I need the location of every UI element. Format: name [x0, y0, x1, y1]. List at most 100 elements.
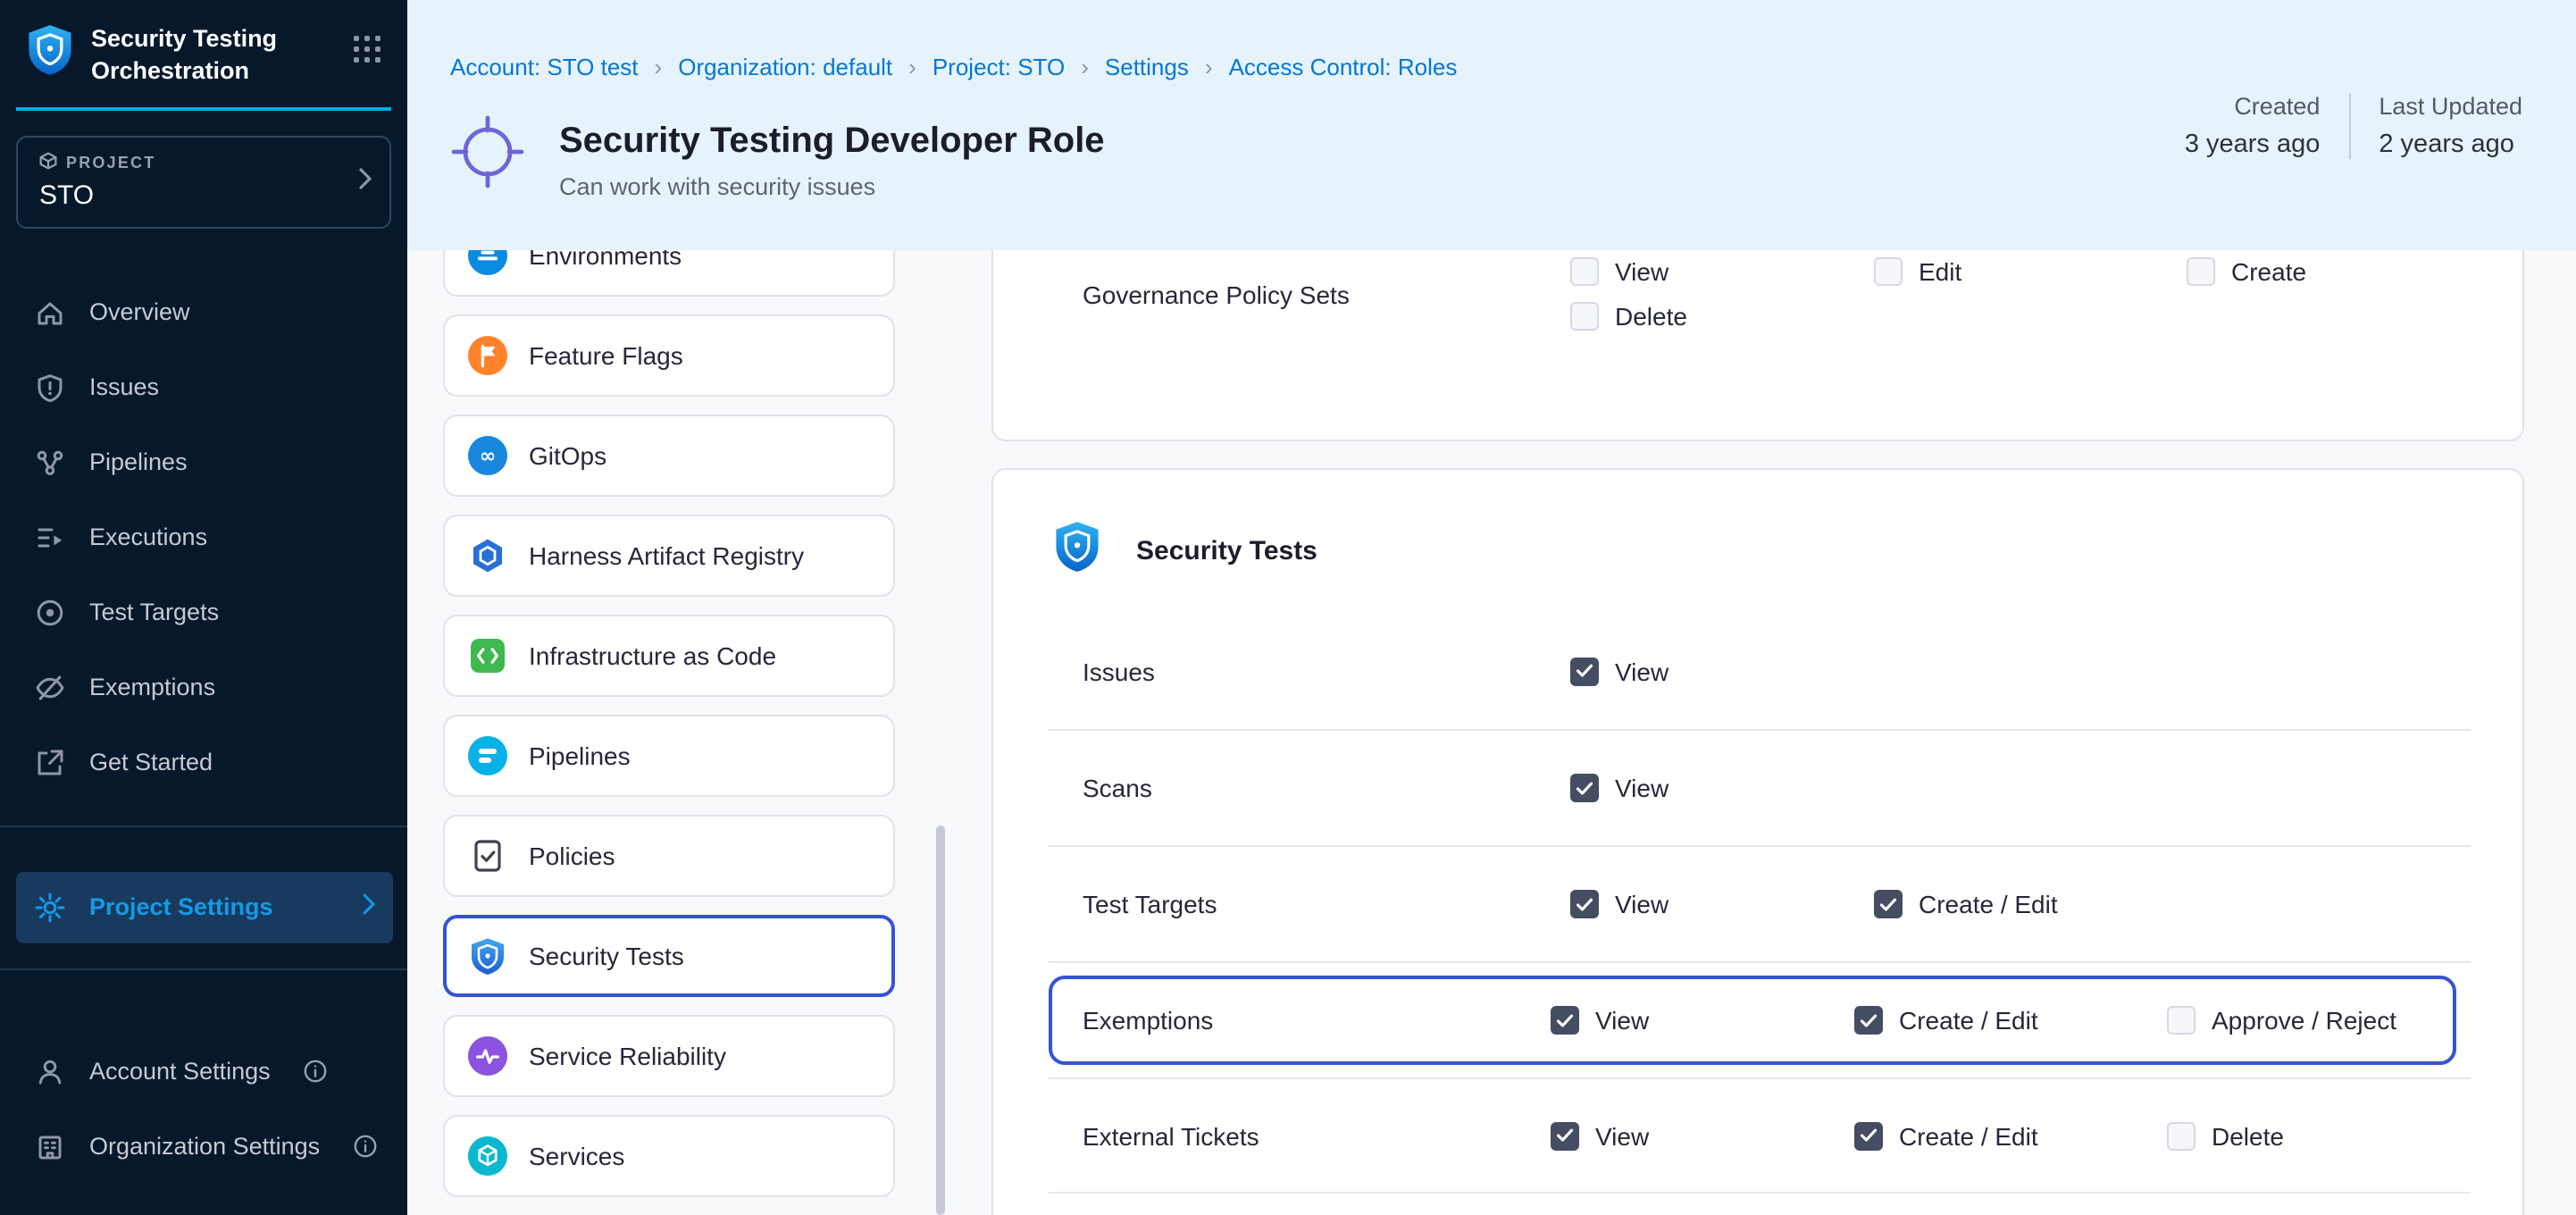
info-icon[interactable] [305, 1060, 328, 1083]
sidebar-item-test-targets[interactable]: Test Targets [0, 574, 407, 649]
breadcrumb-account-link[interactable]: Account: STO test [450, 54, 639, 80]
breadcrumb-separator: › [908, 54, 916, 80]
checkbox-governance-view[interactable]: View [1570, 257, 1874, 286]
sidebar-item-issues[interactable]: Issues [0, 349, 407, 424]
launch-icon [34, 746, 66, 778]
permission-row-test-targets: Test Targets View Create / Edit [1049, 845, 2471, 961]
breadcrumb-separator: › [1205, 54, 1213, 80]
checkbox-test-targets-view[interactable]: View [1570, 890, 1874, 918]
sidebar-item-account-settings[interactable]: Account Settings [0, 1034, 407, 1109]
checkbox-label: Create / Edit [1919, 890, 2058, 918]
resource-item-feature-flags[interactable]: Feature Flags [443, 314, 895, 397]
resource-item-environments[interactable]: Environments [443, 250, 895, 297]
resource-item-gitops[interactable]: ∞ GitOps [443, 415, 895, 497]
checkbox-exemptions-create-edit[interactable]: Create / Edit [1854, 1006, 2167, 1035]
sidebar-item-pipelines[interactable]: Pipelines [0, 424, 407, 499]
resource-item-label: Environments [529, 250, 682, 270]
sto-shield-logo-icon [27, 23, 73, 86]
person-icon [34, 1055, 66, 1087]
checkbox-label: Edit [1919, 257, 1961, 286]
resource-item-label: Services [529, 1142, 624, 1170]
resource-item-security-tests[interactable]: Security Tests [443, 915, 895, 997]
eye-off-icon [34, 671, 66, 703]
security-tests-card-title: Security Tests [1136, 535, 1317, 566]
sidebar-item-organization-settings[interactable]: Organization Settings [0, 1109, 407, 1184]
pipelines-module-icon [468, 736, 507, 775]
checkbox-label: View [1595, 1006, 1649, 1035]
role-crosshair-icon [448, 113, 527, 191]
checkbox-label: View [1595, 1121, 1649, 1150]
module-accent-underline [16, 106, 391, 110]
last-updated-value: 2 years ago [2379, 130, 2522, 159]
resource-item-label: Pipelines [529, 742, 631, 770]
resource-list-scrollbar[interactable] [936, 825, 945, 1215]
checkbox-governance-create[interactable]: Create [2187, 257, 2508, 286]
resource-item-services[interactable]: Services [443, 1115, 895, 1197]
sidebar-item-label: Exemptions [89, 674, 215, 700]
svg-text:∞: ∞ [480, 446, 496, 468]
sidebar-item-label: Test Targets [89, 599, 219, 625]
sidebar-nav: Overview Issues Pipelines Executions [0, 274, 407, 800]
checkbox-box [1570, 302, 1599, 331]
sidebar-item-executions[interactable]: Executions [0, 499, 407, 574]
breadcrumb-separator: › [655, 54, 663, 80]
resource-item-service-reliability[interactable]: Service Reliability [443, 1015, 895, 1097]
resource-item-label: Infrastructure as Code [529, 641, 776, 670]
permission-row-label: Exemptions [1083, 1006, 1551, 1035]
checkbox-issues-view[interactable]: View [1570, 657, 1874, 685]
content-area: Environments Feature Flags ∞ GitOps [407, 250, 2576, 1215]
checkbox-external-tickets-delete[interactable]: Delete [2167, 1121, 2471, 1150]
meta-divider [2348, 93, 2350, 159]
info-icon[interactable] [354, 1135, 377, 1158]
checkbox-governance-edit[interactable]: Edit [1874, 257, 2187, 286]
breadcrumb-project-link[interactable]: Project: STO [933, 54, 1065, 80]
resource-item-label: Harness Artifact Registry [529, 541, 804, 570]
security-tests-shield-icon [1054, 519, 1100, 582]
sidebar-divider [0, 825, 407, 826]
permission-row-label: Issues [1083, 657, 1570, 685]
breadcrumb-organization-link[interactable]: Organization: default [678, 54, 892, 80]
breadcrumb-access-control-link[interactable]: Access Control: Roles [1229, 54, 1458, 80]
sidebar-item-label: Overview [89, 298, 190, 325]
checkbox-exemptions-approve-reject[interactable]: Approve / Reject [2167, 1006, 2471, 1035]
resource-item-pipelines[interactable]: Pipelines [443, 715, 895, 797]
checkbox-box [1570, 774, 1599, 802]
checkbox-external-tickets-view[interactable]: View [1551, 1121, 1854, 1150]
security-tests-permissions-card: Security Tests Issues View [991, 468, 2524, 1215]
checkbox-exemptions-view[interactable]: View [1551, 1006, 1854, 1035]
checkbox-test-targets-create-edit[interactable]: Create / Edit [1874, 890, 2187, 918]
resource-item-policies[interactable]: Policies [443, 815, 895, 897]
gear-icon [34, 891, 66, 923]
sidebar-item-label: Pipelines [89, 448, 188, 475]
sidebar-footer-nav: Account Settings Organization Settings [0, 1034, 407, 1184]
main-area: Account: STO test › Organization: defaul… [407, 0, 2576, 1215]
home-icon [34, 296, 66, 328]
checkbox-box [1570, 890, 1599, 918]
checkbox-box [1551, 1121, 1579, 1150]
sidebar-item-exemptions[interactable]: Exemptions [0, 649, 407, 725]
sidebar: Security Testing Orchestration PROJECT S… [0, 0, 407, 1215]
checkbox-box [2167, 1006, 2195, 1035]
sidebar-item-overview[interactable]: Overview [0, 274, 407, 349]
resource-item-iac[interactable]: Infrastructure as Code [443, 615, 895, 697]
sidebar-item-project-settings[interactable]: Project Settings [16, 871, 393, 943]
permission-row-label: Scans [1083, 774, 1570, 802]
module-switcher-icon[interactable] [354, 36, 381, 63]
resource-item-artifact-registry[interactable]: Harness Artifact Registry [443, 515, 895, 597]
sidebar-item-get-started[interactable]: Get Started [0, 725, 407, 800]
artifact-registry-icon [468, 536, 507, 575]
title-row: Security Testing Developer Role Can work… [448, 111, 1105, 200]
resource-item-label: Service Reliability [529, 1042, 726, 1070]
environments-icon [468, 250, 507, 275]
policies-icon [468, 836, 507, 876]
resource-item-label: Policies [529, 842, 615, 870]
project-selector[interactable]: PROJECT STO [16, 135, 391, 228]
breadcrumb-settings-link[interactable]: Settings [1105, 54, 1189, 80]
checkbox-governance-delete[interactable]: Delete [1570, 302, 1874, 331]
checkbox-box [1854, 1121, 1883, 1150]
checkbox-scans-view[interactable]: View [1570, 774, 1874, 802]
org-icon [34, 1130, 66, 1162]
permission-row-issues: Issues View [1049, 613, 2471, 729]
checkbox-external-tickets-create-edit[interactable]: Create / Edit [1854, 1121, 2167, 1150]
page-header: Account: STO test › Organization: defaul… [407, 0, 2576, 250]
